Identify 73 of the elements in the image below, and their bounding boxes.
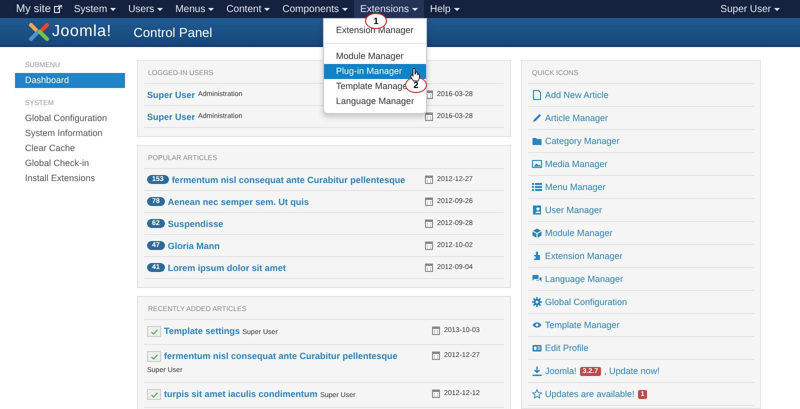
user-link[interactable]: Super User: [147, 90, 196, 100]
menu-item[interactable]: Content: [220, 0, 276, 18]
quick-icon-link[interactable]: Language Manager: [528, 268, 754, 291]
quick-icon-link[interactable]: Template Manager: [528, 314, 754, 337]
quick-icon-link[interactable]: Category Manager: [528, 130, 754, 153]
menu-item[interactable]: Components: [276, 0, 354, 18]
quick-icon-link[interactable]: Module Manager: [528, 222, 754, 245]
menu-item[interactable]: Help: [424, 0, 466, 18]
quick-icon-link[interactable]: Article Manager: [528, 107, 754, 130]
card-icon: [532, 343, 542, 353]
eye-icon: [532, 320, 542, 330]
sidebar-item[interactable]: Dashboard: [15, 73, 125, 88]
sidebar-item[interactable]: Clear Cache: [15, 141, 125, 156]
check-icon: [150, 392, 158, 398]
publish-toggle[interactable]: [147, 326, 161, 338]
menu-item[interactable]: Users: [122, 0, 170, 18]
star-icon: [532, 389, 542, 399]
image-icon: [532, 159, 542, 169]
pencil-icon: [532, 113, 542, 123]
sidebar-item[interactable]: Global Configuration: [15, 111, 125, 126]
menu-item[interactable]: System: [68, 0, 122, 18]
sidebar-item[interactable]: System Information: [15, 126, 125, 141]
check-icon: [150, 354, 158, 360]
dropdown-item[interactable]: Module Manager: [324, 49, 426, 64]
dropdown-item[interactable]: Language Manager: [324, 94, 426, 109]
quick-icon-link[interactable]: Menu Manager: [528, 176, 754, 199]
puzzle-icon: [532, 251, 542, 261]
sidebar-item[interactable]: Global Check-in: [15, 156, 125, 171]
user-menu[interactable]: Super User: [714, 0, 786, 18]
list-icon: [532, 182, 542, 192]
article-link[interactable]: turpis sit amet iaculis condimentum: [164, 389, 318, 399]
hand-cursor-icon: [410, 68, 420, 82]
calendar-icon: [425, 263, 433, 272]
quick-icon-link[interactable]: Add New Article: [528, 84, 754, 107]
calendar-icon: [432, 351, 440, 360]
download-icon: [532, 366, 542, 376]
user-icon: [532, 205, 542, 215]
article-link[interactable]: fermentum nisl consequat ante Curabitur pellentesque: [164, 351, 398, 361]
quick-icon-link[interactable]: User Manager: [528, 199, 754, 222]
article-link[interactable]: Aenean nec semper sem. Ut quis: [168, 196, 309, 206]
calendar-icon: [425, 219, 433, 228]
article-link[interactable]: Gloria Mann: [168, 240, 220, 250]
page-title: Control Panel: [134, 24, 212, 40]
check-icon: [150, 328, 158, 335]
cog-icon: [532, 297, 542, 307]
calendar-icon: [425, 175, 433, 184]
external-link-icon: [54, 5, 62, 13]
logo-icon: [28, 22, 50, 42]
article-link[interactable]: Lorem ipsum dolor sit amet: [168, 262, 286, 272]
menu-item[interactable]: Extensions: [354, 0, 424, 18]
menu-item[interactable]: Menus: [169, 0, 220, 18]
quick-icon-link[interactable]: Media Manager: [528, 153, 754, 176]
user-link[interactable]: Super User: [147, 112, 196, 122]
cube-icon: [532, 228, 542, 238]
site-link[interactable]: My site: [16, 3, 62, 15]
article-link[interactable]: fermentum nisl consequat ante Curabitur pellentesque: [172, 174, 406, 184]
logo-text: Joomla!: [52, 23, 112, 41]
quick-icon-link[interactable]: Global Configuration: [528, 291, 754, 314]
calendar-icon: [425, 197, 433, 206]
publish-toggle[interactable]: [147, 351, 161, 362]
article-link[interactable]: Template settings: [164, 326, 240, 336]
dropdown-item[interactable]: Plug-in Manager: [324, 64, 426, 79]
sidebar-item[interactable]: Install Extensions: [15, 171, 125, 186]
calendar-icon: [432, 389, 440, 398]
quick-icon-link[interactable]: Edit Profile: [528, 337, 754, 360]
file-icon: [532, 90, 542, 100]
quick-icon-link[interactable]: Extension Manager: [528, 245, 754, 268]
folder-icon: [532, 136, 542, 146]
calendar-icon: [425, 241, 433, 250]
comments-icon: [532, 274, 542, 284]
calendar-icon: [432, 326, 440, 335]
article-link[interactable]: Suspendisse: [168, 218, 224, 228]
publish-toggle[interactable]: [147, 389, 161, 400]
